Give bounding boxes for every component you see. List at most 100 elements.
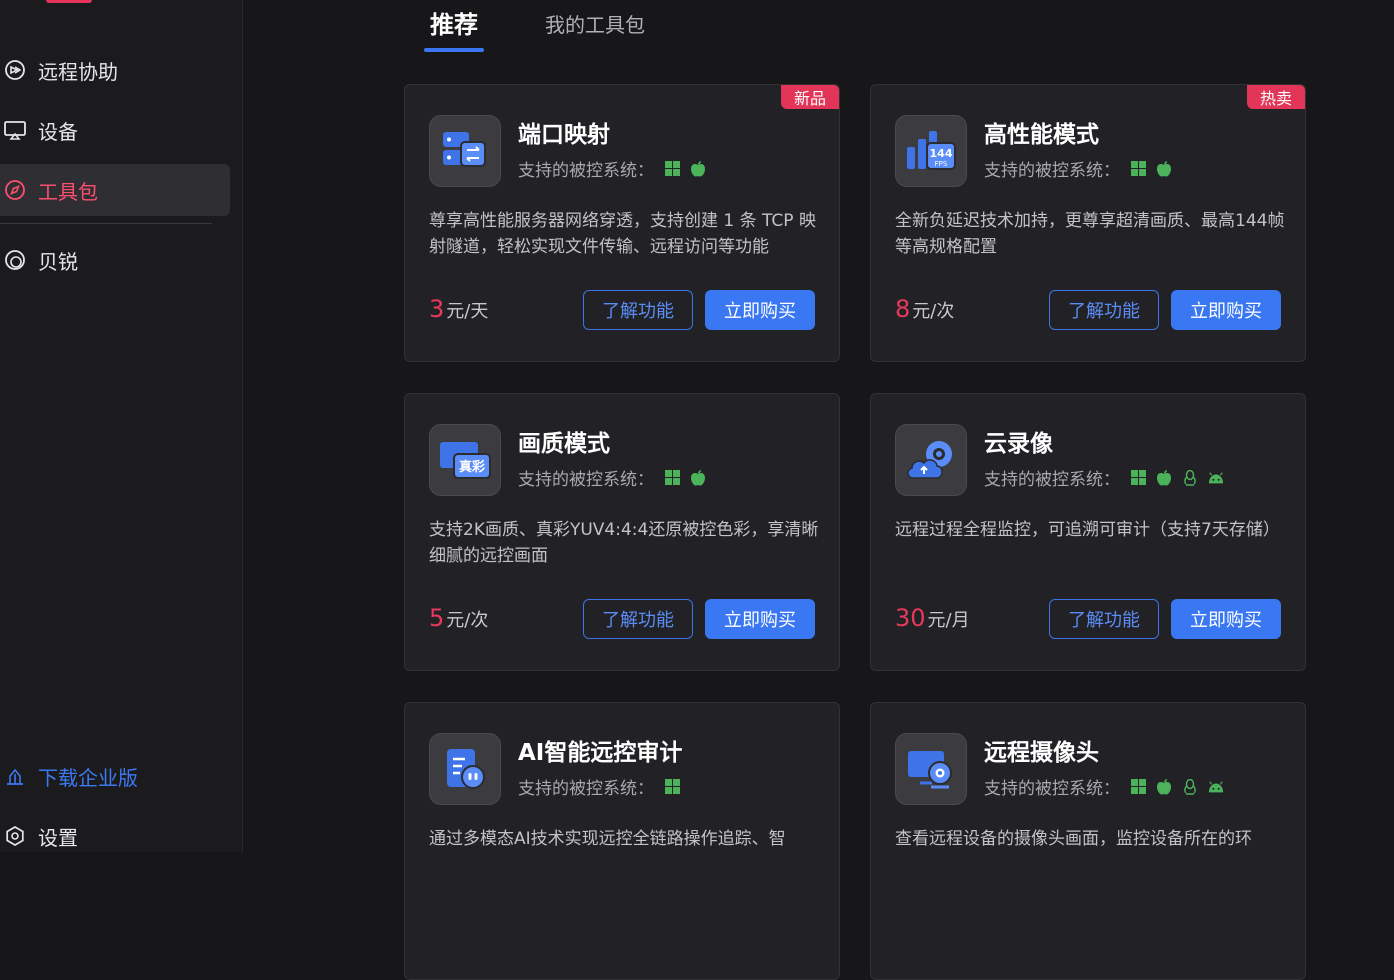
remote-camera-icon (895, 733, 967, 805)
price: 8 元/次 (895, 295, 954, 323)
tool-card-cloud-recording: 云录像 支持的被控系统： 远程过程全程监控，可追溯可审计（支持7天存储） 30 … (870, 393, 1306, 671)
windows-icon (664, 779, 680, 795)
tool-card-remote-camera: 远程摄像头 支持的被控系统： 查看远程设备的摄像头画面，监控设备所在的环 (870, 702, 1306, 980)
sidebar-item-download-enterprise[interactable]: 下载企业版 (0, 750, 230, 802)
windows-icon (664, 161, 680, 177)
os-label: 支持的被控系统： (518, 779, 654, 799)
edition-badge (46, 0, 92, 4)
learn-more-button[interactable]: 了解功能 (583, 290, 693, 330)
sidebar: 远程协助 设备 工具包 贝锐 下载企业版 设置 (0, 0, 243, 852)
os-label: 支持的被控系统： (984, 470, 1120, 490)
linux-icon (1182, 469, 1198, 486)
buy-now-button[interactable]: 立即购买 (705, 599, 815, 639)
sidebar-item-oray[interactable]: 贝锐 (0, 234, 230, 286)
tool-card-quality-mode: 真彩 画质模式 支持的被控系统： 支持2K画质、真彩YUV4:4:4还原被控色彩… (404, 393, 840, 671)
sidebar-item-label: 贝锐 (38, 249, 78, 274)
gear-icon (3, 824, 27, 848)
apple-icon (1156, 160, 1172, 177)
hot-badge: 热卖 (1247, 85, 1305, 109)
tab-active-indicator (424, 48, 484, 52)
price: 3 元/天 (429, 295, 488, 323)
card-description: 远程过程全程监控，可追溯可审计（支持7天存储） (895, 520, 1280, 540)
sidebar-item-settings[interactable]: 设置 (0, 810, 230, 862)
sidebar-item-remote-assist[interactable]: 远程协助 (0, 44, 230, 96)
true-color-text: 真彩 (459, 459, 485, 475)
card-description: 全新负延迟技术加持，更尊享超清画质、最高144帧等高规格配置 (895, 211, 1285, 257)
supported-os-row: 支持的被控系统： (518, 156, 706, 181)
apple-icon (690, 160, 706, 177)
price-value: 8 (895, 295, 911, 323)
price-unit: 元/次 (912, 301, 955, 322)
cloud-recording-icon (895, 424, 967, 496)
sidebar-item-label: 下载企业版 (38, 765, 138, 790)
buy-now-button[interactable]: 立即购买 (1171, 599, 1281, 639)
enterprise-icon (3, 764, 27, 788)
card-title: 高性能模式 (984, 122, 1099, 148)
learn-more-button[interactable]: 了解功能 (1049, 599, 1159, 639)
price-unit: 元/次 (446, 610, 489, 631)
price: 30 元/月 (895, 604, 970, 632)
price-unit: 元/天 (446, 301, 489, 322)
supported-os-row: 支持的被控系统： (984, 465, 1224, 490)
linux-icon (1182, 778, 1198, 795)
port-mapping-icon (429, 115, 501, 187)
sidebar-item-label: 设置 (38, 825, 78, 850)
true-color-icon: 真彩 (429, 424, 501, 496)
sidebar-item-label: 远程协助 (38, 59, 118, 84)
card-description: 查看远程设备的摄像头画面，监控设备所在的环 (895, 829, 1252, 849)
tab-my-toolkit[interactable]: 我的工具包 (545, 9, 645, 38)
android-icon (1208, 470, 1224, 486)
apple-icon (1156, 469, 1172, 486)
card-title: 画质模式 (518, 431, 610, 457)
apple-icon (690, 469, 706, 486)
price: 5 元/次 (429, 604, 488, 632)
windows-icon (1130, 470, 1146, 486)
oray-icon (3, 248, 27, 272)
compass-icon (3, 178, 27, 202)
supported-os-row: 支持的被控系统： (984, 156, 1172, 181)
apple-icon (1156, 778, 1172, 795)
android-icon (1208, 779, 1224, 795)
supported-os-row: 支持的被控系统： (984, 774, 1224, 799)
supported-os-row: 支持的被控系统： (518, 774, 680, 799)
supported-os-row: 支持的被控系统： (518, 465, 706, 490)
card-description: 尊享高性能服务器网络穿透，支持创建 1 条 TCP 映射隧道，轻松实现文件传输、… (429, 211, 816, 257)
tool-card-ai-audit: AI智能远控审计 支持的被控系统： 通过多模态AI技术实现远控全链路操作追踪、智 (404, 702, 840, 980)
windows-icon (1130, 161, 1146, 177)
device-icon (3, 118, 27, 142)
price-value: 30 (895, 604, 926, 632)
fps-value-text: 144 (930, 147, 953, 160)
sidebar-item-label: 工具包 (38, 179, 98, 204)
tab-recommended[interactable]: 推荐 (430, 5, 478, 40)
sidebar-divider (0, 223, 212, 224)
sidebar-item-toolkit[interactable]: 工具包 (0, 164, 230, 216)
tool-card-port-mapping: 新品 端口映射 支持的被控系统： 尊享高性能服务器网络穿透，支持创建 1 条 T… (404, 84, 840, 362)
new-badge: 新品 (781, 85, 839, 109)
price-value: 3 (429, 295, 445, 323)
card-description: 支持2K画质、真彩YUV4:4:4还原被控色彩，享清晰细腻的远控画面 (429, 520, 819, 566)
card-title: 云录像 (984, 431, 1053, 457)
ai-audit-icon (429, 733, 501, 805)
sidebar-item-label: 设备 (38, 119, 78, 144)
sidebar-item-device[interactable]: 设备 (0, 104, 230, 156)
windows-icon (664, 470, 680, 486)
card-title: 远程摄像头 (984, 740, 1099, 766)
card-title: 端口映射 (518, 122, 610, 148)
remote-assist-icon (3, 58, 27, 82)
learn-more-button[interactable]: 了解功能 (583, 599, 693, 639)
os-label: 支持的被控系统： (518, 161, 654, 181)
price-value: 5 (429, 604, 445, 632)
learn-more-button[interactable]: 了解功能 (1049, 290, 1159, 330)
fps-label-text: FPS (935, 160, 948, 168)
edition-pill (46, 0, 92, 3)
buy-now-button[interactable]: 立即购买 (1171, 290, 1281, 330)
os-label: 支持的被控系统： (984, 161, 1120, 181)
buy-now-button[interactable]: 立即购买 (705, 290, 815, 330)
card-title: AI智能远控审计 (518, 740, 683, 766)
price-unit: 元/月 (927, 610, 970, 631)
os-label: 支持的被控系统： (518, 470, 654, 490)
os-label: 支持的被控系统： (984, 779, 1120, 799)
tool-card-high-performance: 热卖 144 FPS 高性能模式 支持的被控系统： 全新负延迟技术加持，更尊享超… (870, 84, 1306, 362)
windows-icon (1130, 779, 1146, 795)
high-fps-icon: 144 FPS (895, 115, 967, 187)
